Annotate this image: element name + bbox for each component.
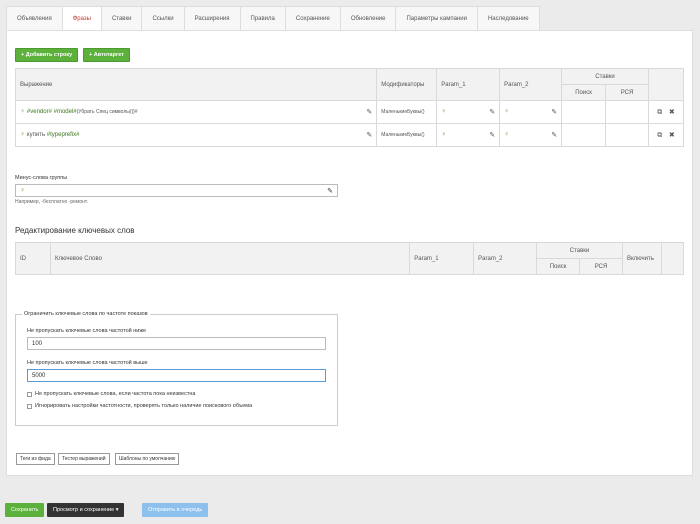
- high-frequency-label: Не пропускать ключевые слова частотой вы…: [27, 360, 148, 366]
- frequency-legend: Ограничить ключевые слова по частоте пок…: [22, 311, 150, 317]
- param1-cell[interactable]: ♀ ✎: [436, 100, 501, 124]
- lightbulb-icon: ♀: [20, 108, 26, 115]
- copy-icon[interactable]: ⧉: [657, 109, 662, 116]
- expression-tester-button[interactable]: Тестер выражений: [58, 453, 110, 465]
- expression-cell[interactable]: ♀ купить #typeprefix# ✎: [14, 123, 378, 147]
- lightbulb-icon: ♀: [504, 131, 510, 138]
- preview-save-button[interactable]: Просмотр и сохранение ▾: [47, 503, 125, 517]
- modifiers-cell[interactable]: МаленькиеБуквы(): [376, 123, 438, 147]
- col-search: Поиск: [561, 84, 607, 101]
- expression-cell[interactable]: ♀ #vendor# #model#{Убрать Спец символы()…: [14, 100, 378, 124]
- tab-phrases[interactable]: Фразы: [61, 6, 101, 31]
- edit-icon[interactable]: ✎: [327, 187, 333, 195]
- param2-cell[interactable]: ♀ ✎: [499, 123, 563, 147]
- col-actions: [647, 68, 685, 101]
- col-keyword: Ключевое Слово: [49, 242, 411, 275]
- tab-extensions[interactable]: Расширения: [183, 6, 240, 31]
- col-search: Поиск: [536, 258, 581, 275]
- autotarget-button[interactable]: + Автотаргет: [83, 48, 130, 62]
- high-frequency-input[interactable]: 5000: [27, 369, 326, 382]
- edit-icon[interactable]: ✎: [551, 108, 557, 116]
- search-bid-cell[interactable]: [561, 123, 607, 147]
- col-param1: Param_1: [436, 68, 501, 101]
- row-actions: ⧉ ✖: [647, 123, 685, 147]
- lightbulb-icon: ♀: [20, 131, 26, 138]
- minus-words-hint: Например, -бесплатно -ремонт.: [15, 199, 89, 205]
- skip-unknown-checkbox[interactable]: Не пропускать ключевые слова, если часто…: [27, 391, 195, 397]
- ignore-frequency-checkbox[interactable]: Игнорировать настройки частотности, пров…: [27, 403, 252, 409]
- tab-campaign-params[interactable]: Параметры кампании: [395, 6, 477, 31]
- low-frequency-label: Не пропускать ключевые слова частотой ни…: [27, 328, 147, 334]
- col-param2: Param_2: [473, 242, 538, 275]
- col-rsya: РСЯ: [579, 258, 623, 275]
- low-frequency-input[interactable]: 100: [27, 337, 326, 350]
- edit-icon[interactable]: ✎: [551, 131, 557, 139]
- keywords-edit-title: Редактирование ключевых слов: [15, 226, 135, 235]
- delete-icon[interactable]: ✖: [669, 132, 675, 139]
- col-enable: Включить: [621, 242, 662, 275]
- tab-ads[interactable]: Объявления: [6, 6, 62, 31]
- table-row: ♀ #vendor# #model#{Убрать Спец символы()…: [14, 100, 685, 124]
- checkbox-box[interactable]: [27, 403, 32, 409]
- minus-words-label: Минус-слова группы: [15, 175, 68, 181]
- modifiers-cell[interactable]: МаленькиеБуквы(): [376, 100, 438, 124]
- edit-icon[interactable]: ✎: [366, 131, 372, 139]
- lightbulb-icon: ♀: [20, 187, 26, 194]
- col-expression: Выражение: [14, 68, 378, 101]
- save-button[interactable]: Сохранить: [5, 503, 45, 517]
- col-extra: [660, 242, 685, 275]
- feed-tags-button[interactable]: Теги из фида: [16, 453, 55, 465]
- lightbulb-icon: ♀: [441, 131, 447, 138]
- default-templates-button[interactable]: Шаблоны по умолчанию: [115, 453, 180, 465]
- add-row-button[interactable]: + Добавить строку: [15, 48, 79, 62]
- edit-icon[interactable]: ✎: [489, 131, 495, 139]
- send-to-queue-button[interactable]: Отправить в очередь: [142, 503, 209, 517]
- lightbulb-icon: ♀: [504, 108, 510, 115]
- tab-links[interactable]: Ссылки: [141, 6, 184, 31]
- search-bid-cell[interactable]: [561, 100, 607, 124]
- rsya-bid-cell[interactable]: [605, 123, 649, 147]
- phrases-table: Выражение Модификаторы Param_1 Param_2 С…: [14, 68, 685, 147]
- tab-bids[interactable]: Ставки: [100, 6, 142, 31]
- checkbox-box[interactable]: [27, 391, 32, 397]
- rsya-bid-cell[interactable]: [605, 100, 649, 124]
- param2-cell[interactable]: ♀ ✎: [499, 100, 563, 124]
- delete-icon[interactable]: ✖: [669, 109, 675, 116]
- table-row: ♀ купить #typeprefix# ✎ МаленькиеБуквы()…: [14, 123, 685, 147]
- keywords-table: ID Ключевое Слово Param_1 Param_2 Ставки…: [15, 242, 685, 275]
- tab-update[interactable]: Обновление: [339, 6, 396, 31]
- col-id: ID: [15, 242, 51, 275]
- col-param2: Param_2: [499, 68, 563, 101]
- lightbulb-icon: ♀: [441, 108, 447, 115]
- col-param1: Param_1: [409, 242, 475, 275]
- row-actions: ⧉ ✖: [647, 100, 685, 124]
- minus-words-input[interactable]: ♀ ✎: [15, 184, 338, 197]
- col-modifiers: Модификаторы: [376, 68, 438, 101]
- col-bids: Ставки: [536, 242, 623, 259]
- edit-icon[interactable]: ✎: [489, 108, 495, 116]
- tab-saving[interactable]: Сохранение: [284, 6, 340, 31]
- edit-icon[interactable]: ✎: [366, 108, 372, 116]
- param1-cell[interactable]: ♀ ✎: [436, 123, 501, 147]
- tab-inheritance[interactable]: Наследование: [476, 6, 540, 31]
- tab-bar: Объявления Фразы Ставки Ссылки Расширени…: [6, 6, 540, 31]
- col-rsya: РСЯ: [605, 84, 649, 101]
- col-bids: Ставки: [561, 68, 649, 85]
- tab-rules[interactable]: Правила: [239, 6, 285, 31]
- copy-icon[interactable]: ⧉: [657, 132, 662, 139]
